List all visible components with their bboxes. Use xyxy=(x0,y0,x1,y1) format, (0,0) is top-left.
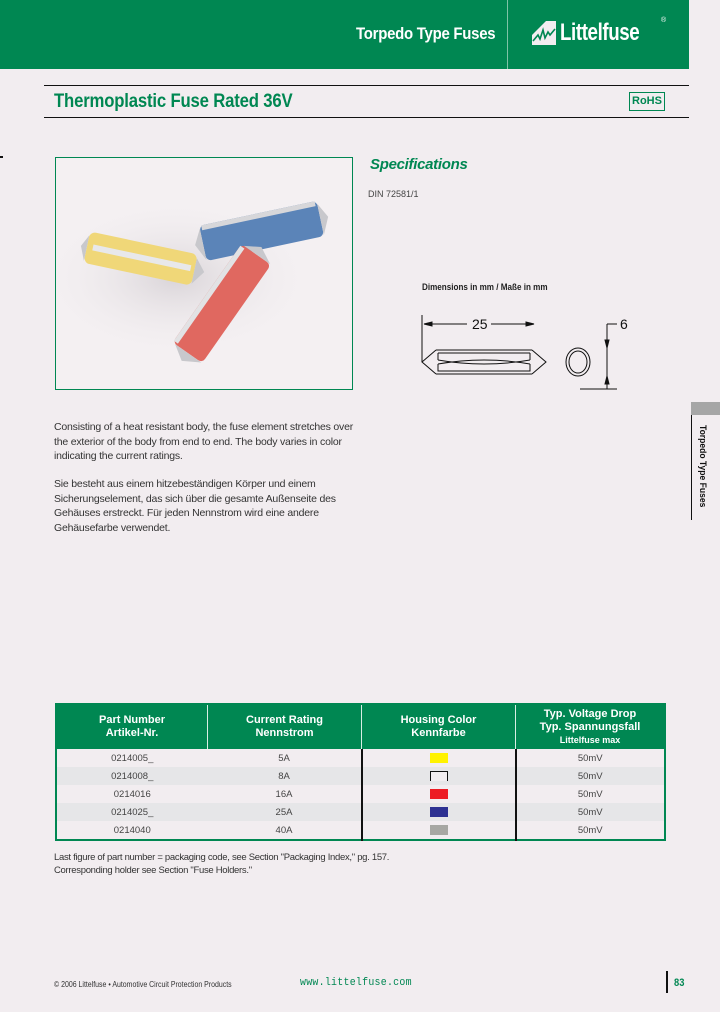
current-rating-cell: 16A xyxy=(207,785,362,803)
table-row: 0214005_ 5A 50mV xyxy=(56,749,665,767)
current-rating-cell: 8A xyxy=(207,767,362,785)
color-swatch-blue xyxy=(429,806,448,817)
margin-tick xyxy=(0,156,3,158)
part-number-cell: 0214008_ xyxy=(56,767,208,785)
part-number-cell: 0214040 xyxy=(56,821,208,840)
current-rating-cell: 40A xyxy=(207,821,362,840)
fuses-illustration xyxy=(36,198,329,363)
specification-table: Part Number Artikel-Nr. Current Rating N… xyxy=(55,703,666,841)
voltage-drop-cell: 50mV xyxy=(514,785,665,803)
column-header-part-number: Part Number Artikel-Nr. xyxy=(56,704,208,749)
side-tab-label[interactable]: Torpedo Type Fuses xyxy=(697,425,708,507)
description-english: Consisting of a heat resistant body, the… xyxy=(54,421,354,462)
current-rating-cell: 5A xyxy=(207,749,362,767)
footer-website-link[interactable]: www.littelfuse.com xyxy=(300,977,412,989)
current-rating-cell: 25A xyxy=(207,803,362,821)
diameter-label: 6 xyxy=(620,316,628,332)
voltage-drop-cell: 50mV xyxy=(514,821,665,840)
header-subline: Littelfuse max xyxy=(559,734,621,745)
housing-color-cell xyxy=(360,803,516,821)
color-swatch-red xyxy=(429,788,448,799)
side-tab-line xyxy=(691,415,692,520)
header-line: Current Rating xyxy=(246,714,323,726)
column-header-voltage-drop: Typ. Voltage Drop Typ. Spannungsfall Lit… xyxy=(515,704,665,749)
dimensions-caption: Dimensions in mm / Maße in mm xyxy=(422,282,548,292)
rohs-badge: RoHS xyxy=(629,92,665,111)
specifications-heading: Specifications xyxy=(370,156,468,173)
title-rule-bottom xyxy=(44,117,689,118)
littelfuse-logo[interactable]: Littelfuse ® xyxy=(532,17,666,47)
table-row: 0214025_ 25A 50mV xyxy=(56,803,665,821)
housing-color-cell xyxy=(360,821,516,840)
header-line: Kennfarbe xyxy=(411,727,466,739)
page-title: Thermoplastic Fuse Rated 36V xyxy=(54,91,293,112)
part-number-cell: 0214016 xyxy=(56,785,208,803)
page-number: 83 xyxy=(674,977,685,989)
part-number-cell: 0214005_ xyxy=(56,749,208,767)
title-rule-top xyxy=(44,85,689,86)
footer-divider xyxy=(666,971,668,993)
housing-color-cell xyxy=(360,767,516,785)
footnote-packaging: Last figure of part number = packaging c… xyxy=(54,852,390,863)
header-line: Nennstrom xyxy=(255,727,314,739)
column-header-current-rating: Current Rating Nennstrom xyxy=(207,704,362,749)
color-swatch-white xyxy=(429,770,448,781)
header-line: Housing Color xyxy=(400,714,477,726)
footer-copyright: © 2006 Littelfuse • Automotive Circuit P… xyxy=(54,979,232,989)
header-line: Typ. Spannungsfall xyxy=(539,720,641,733)
table-header-row: Part Number Artikel-Nr. Current Rating N… xyxy=(56,704,665,749)
table-row: 0214040 40A 50mV xyxy=(56,821,665,840)
header-line: Part Number xyxy=(98,714,166,726)
littelfuse-logo-icon xyxy=(532,21,556,45)
description-german: Sie besteht aus einem hitzebeständigen K… xyxy=(54,478,336,534)
registered-mark: ® xyxy=(661,17,667,24)
din-standard: DIN 72581/1 xyxy=(368,189,419,199)
header-line: Typ. Voltage Drop xyxy=(543,707,637,720)
voltage-drop-cell: 50mV xyxy=(514,749,665,767)
footnote-holders: Corresponding holder see Section "Fuse H… xyxy=(54,865,252,876)
column-header-housing-color: Housing Color Kennfarbe xyxy=(361,704,516,749)
table-row: 0214008_ 8A 50mV xyxy=(56,767,665,785)
voltage-drop-cell: 50mV xyxy=(514,803,665,821)
color-swatch-yellow xyxy=(429,752,448,763)
dimension-drawing: 25 6 xyxy=(421,315,628,390)
part-number-cell: 0214025_ xyxy=(56,803,208,821)
side-tab-marker xyxy=(691,402,720,415)
brand-name: Littelfuse xyxy=(560,19,640,46)
header-title: Torpedo Type Fuses xyxy=(355,24,496,43)
header-divider xyxy=(507,0,508,69)
product-photo xyxy=(36,157,353,390)
header-line: Artikel-Nr. xyxy=(105,727,159,739)
voltage-drop-cell: 50mV xyxy=(514,767,665,785)
housing-color-cell xyxy=(360,785,516,803)
length-label: 25 xyxy=(472,316,488,332)
table-row: 0214016 16A 50mV xyxy=(56,785,665,803)
housing-color-cell xyxy=(360,749,516,767)
color-swatch-grey xyxy=(429,824,448,835)
